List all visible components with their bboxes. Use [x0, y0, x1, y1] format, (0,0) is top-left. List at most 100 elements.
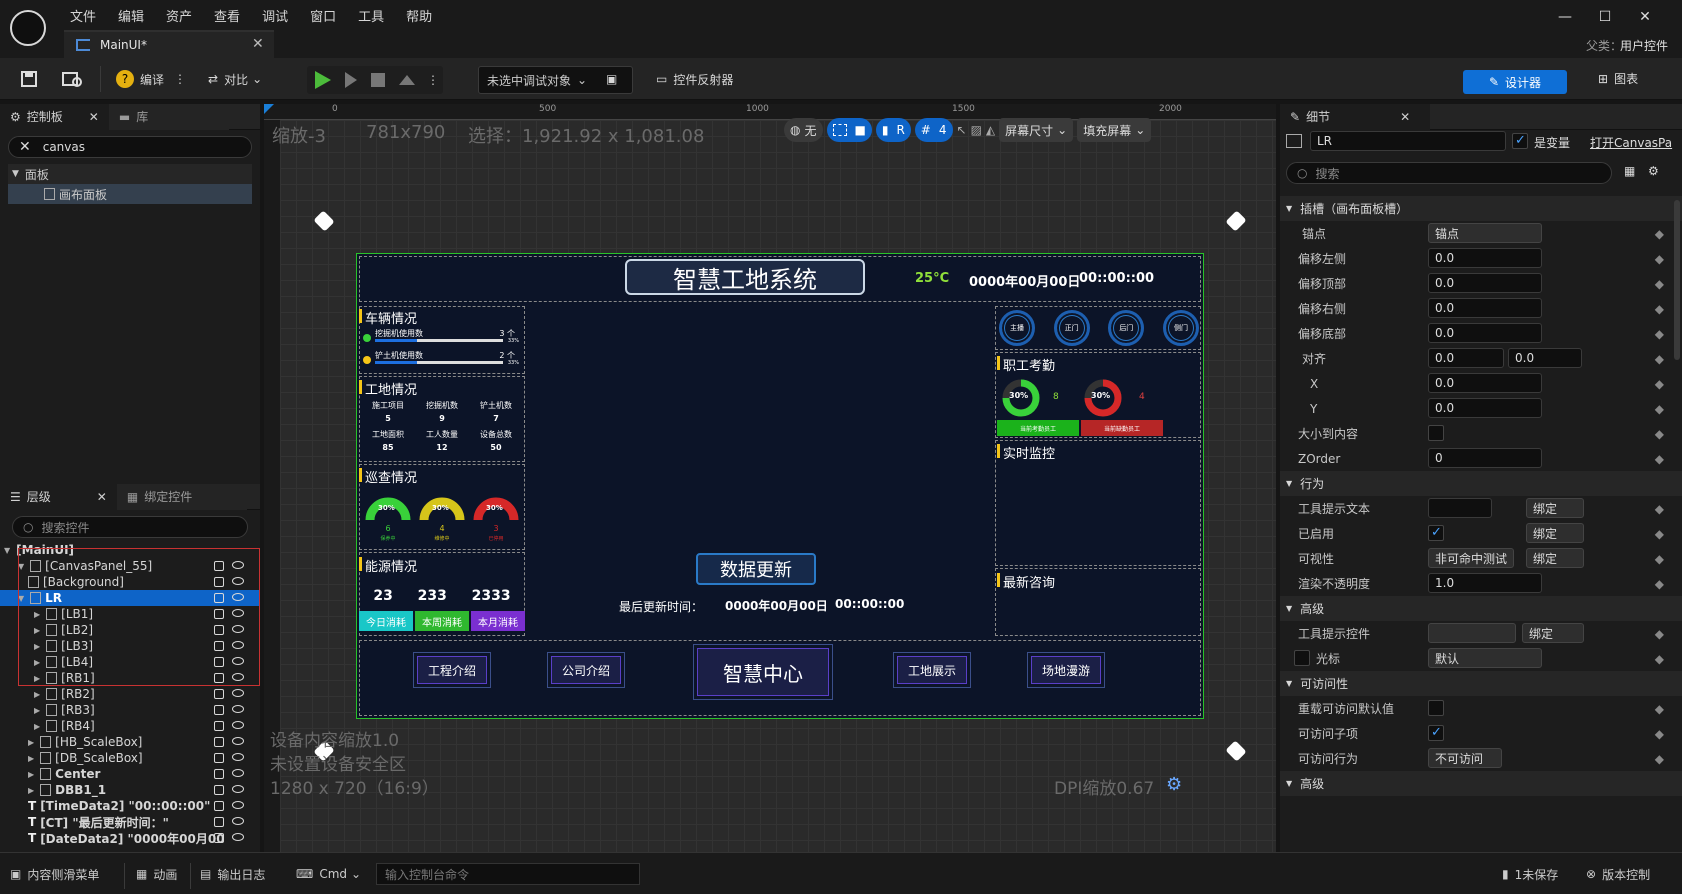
expand-arrow-icon[interactable]: ▶: [28, 786, 34, 795]
expand-arrow-icon[interactable]: ▶: [34, 722, 40, 731]
stop-icon[interactable]: [371, 73, 385, 87]
menu-file[interactable]: 文件: [70, 6, 96, 25]
nav-button[interactable]: 智慧中心: [693, 644, 833, 700]
lock-icon[interactable]: [214, 769, 224, 779]
details-section[interactable]: ▼ 可访问性: [1280, 671, 1682, 696]
align-y-sub-field[interactable]: 0.0: [1428, 398, 1542, 418]
play-icon[interactable]: [315, 71, 331, 89]
palette-search-input[interactable]: ✕ canvas: [8, 136, 252, 158]
keyframe-pin-icon[interactable]: ◆: [1655, 752, 1664, 766]
bind-dropdown[interactable]: 绑定: [1526, 498, 1584, 518]
lock-icon[interactable]: [214, 689, 224, 699]
respect-locks-toggle[interactable]: ▮ R: [875, 118, 911, 142]
designer-viewport[interactable]: 0 500 1000 1500 2000 缩放-3 781x790 选择：1,9…: [264, 104, 1276, 852]
lock-icon[interactable]: [214, 753, 224, 763]
expand-arrow-icon[interactable]: ▼: [4, 546, 10, 555]
tab-hierarchy[interactable]: ☰ 层级 ✕: [0, 483, 117, 510]
lock-icon[interactable]: [214, 705, 224, 715]
expand-arrow-icon[interactable]: ▶: [34, 706, 40, 715]
eject-icon[interactable]: [399, 75, 415, 85]
details-section[interactable]: ▼ 高级: [1280, 771, 1682, 796]
menu-asset[interactable]: 资产: [166, 6, 192, 25]
unsaved-button[interactable]: ▮ 1未保存: [1502, 863, 1558, 885]
fill-screen-dropdown[interactable]: 填充屏幕 ⌄: [1077, 118, 1152, 142]
expand-arrow-icon[interactable]: ▶: [28, 754, 34, 763]
zorder-field[interactable]: 0: [1428, 448, 1542, 468]
maximize-button[interactable]: ☐: [1590, 6, 1620, 28]
keyframe-pin-icon[interactable]: ◆: [1655, 327, 1664, 341]
visibility-eye-icon[interactable]: [232, 753, 244, 761]
visibility-eye-icon[interactable]: [232, 737, 244, 745]
expand-arrow-icon[interactable]: ▶: [28, 738, 34, 747]
close-icon[interactable]: ✕: [89, 110, 99, 124]
hierarchy-row[interactable]: ▶ [DB_ScaleBox]: [0, 750, 260, 766]
hierarchy-row[interactable]: ▶ DBB1_1: [0, 782, 260, 798]
enabled-checkbox[interactable]: [1428, 525, 1444, 541]
keyframe-pin-icon[interactable]: ◆: [1655, 502, 1664, 516]
energy-period-button[interactable]: 本月消耗: [471, 611, 525, 631]
align-x-sub-field[interactable]: 0.0: [1428, 373, 1542, 393]
energy-period-button[interactable]: 今日消耗: [359, 611, 413, 631]
camera-button[interactable]: 正门: [1053, 310, 1090, 346]
close-tab-icon[interactable]: ✕: [252, 36, 264, 52]
open-canvas-link[interactable]: 打开CanvasPa: [1590, 134, 1680, 151]
menu-window[interactable]: 窗口: [310, 6, 336, 25]
keyframe-pin-icon[interactable]: ◆: [1655, 727, 1664, 741]
tooltip-text-field[interactable]: [1428, 498, 1492, 518]
debug-browse-icon[interactable]: ▣: [606, 66, 617, 92]
menu-view[interactable]: 查看: [214, 6, 240, 25]
keyframe-pin-icon[interactable]: ◆: [1655, 352, 1664, 366]
override-accessibility-checkbox[interactable]: [1428, 700, 1444, 716]
minimize-button[interactable]: —: [1550, 6, 1580, 28]
expand-arrow-icon[interactable]: ▶: [34, 690, 40, 699]
attendance-absent-button[interactable]: 当前缺勤员工: [1081, 420, 1163, 436]
close-icon[interactable]: ✕: [97, 490, 107, 504]
output-log-button[interactable]: ▤ 输出日志: [200, 863, 265, 885]
graph-button[interactable]: ⊞ 图表: [1598, 70, 1638, 87]
bind-dropdown[interactable]: 绑定: [1522, 623, 1584, 643]
nav-button[interactable]: 场地漫游: [1027, 652, 1105, 688]
lock-toggle[interactable]: ■: [826, 118, 872, 142]
tab-details[interactable]: ✎ 细节 ✕: [1280, 103, 1430, 130]
visibility-eye-icon[interactable]: [232, 705, 244, 713]
close-icon[interactable]: ✕: [1400, 110, 1410, 124]
widget-name-field[interactable]: LR: [1310, 131, 1506, 151]
tab-library[interactable]: ▬ 库: [108, 103, 229, 130]
parent-class-value[interactable]: 用户控件: [1620, 37, 1668, 54]
tab-bind-widgets[interactable]: ▦ 绑定控件: [116, 483, 247, 510]
opacity-field[interactable]: 1.0: [1428, 573, 1542, 593]
keyframe-pin-icon[interactable]: ◆: [1655, 577, 1664, 591]
palette-group-panel[interactable]: ▼ 面板: [8, 164, 252, 184]
offset-field[interactable]: 0.0: [1428, 273, 1542, 293]
nav-button[interactable]: 公司介绍: [547, 652, 625, 688]
lock-icon[interactable]: [214, 833, 224, 843]
settings-icon[interactable]: ⚙: [1648, 164, 1659, 178]
keyframe-pin-icon[interactable]: ◆: [1655, 427, 1664, 441]
play-options-icon[interactable]: ⋮: [427, 73, 439, 87]
source-control-button[interactable]: ⊗ 版本控制: [1586, 863, 1650, 885]
designer-button[interactable]: ✎ 设计器: [1463, 70, 1567, 94]
visibility-eye-icon[interactable]: [232, 801, 244, 809]
keyframe-pin-icon[interactable]: ◆: [1655, 527, 1664, 541]
offset-field[interactable]: 0.0: [1428, 323, 1542, 343]
save-icon[interactable]: [20, 66, 38, 92]
visibility-eye-icon[interactable]: [232, 721, 244, 729]
bind-dropdown[interactable]: 绑定: [1526, 548, 1584, 568]
keyframe-pin-icon[interactable]: ◆: [1655, 252, 1664, 266]
keyframe-pin-icon[interactable]: ◆: [1655, 702, 1664, 716]
hierarchy-row[interactable]: T [CT] "最后更新时间：": [0, 814, 260, 830]
details-search-input[interactable]: ○ 搜索: [1286, 162, 1612, 184]
menu-debug[interactable]: 调试: [262, 6, 288, 25]
offset-field[interactable]: 0.0: [1428, 298, 1542, 318]
image-icon[interactable]: ▨: [971, 123, 982, 137]
lock-icon[interactable]: [214, 801, 224, 811]
keyframe-pin-icon[interactable]: ◆: [1655, 227, 1664, 241]
anchor-handle-tr[interactable]: [1225, 210, 1247, 232]
is-variable-checkbox[interactable]: [1512, 133, 1528, 149]
widget-canvas[interactable]: 智慧工地系统 25°C 0000年00月00日 00::00::00 车辆情况 …: [356, 253, 1204, 719]
close-window-button[interactable]: ✕: [1630, 6, 1660, 28]
hierarchy-row[interactable]: ▶ [HB_ScaleBox]: [0, 734, 260, 750]
hierarchy-row[interactable]: ▶ [RB2]: [0, 686, 260, 702]
details-section[interactable]: ▼ 插槽（画布面板槽）: [1280, 196, 1682, 221]
browse-icon[interactable]: [62, 66, 84, 92]
